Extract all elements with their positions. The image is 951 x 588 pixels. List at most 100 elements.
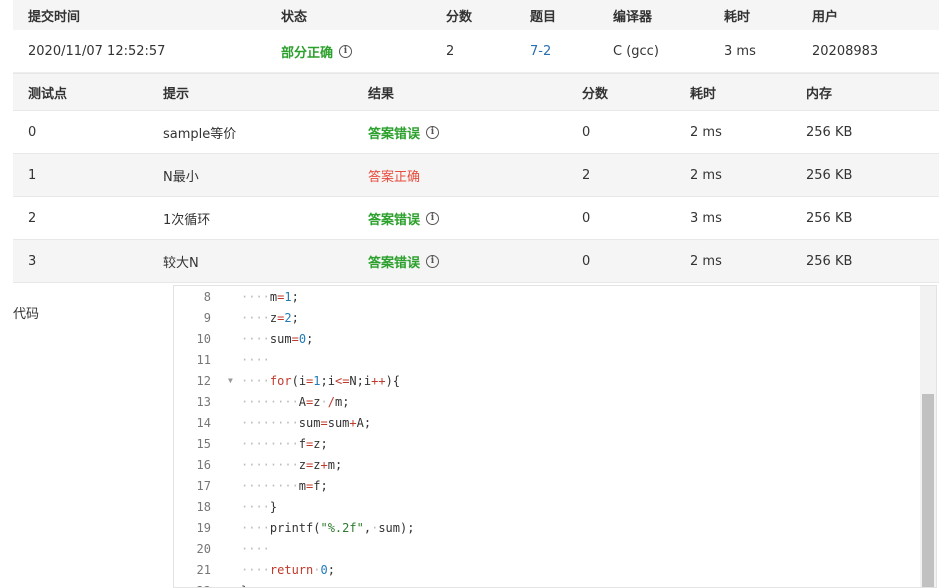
case-result[interactable]: 答案错误 i bbox=[368, 197, 440, 239]
submit-time: 2020/11/07 12:52:57 bbox=[28, 43, 166, 59]
case-score: 0 bbox=[582, 253, 591, 269]
code-text: ····z=2; bbox=[241, 310, 299, 325]
case-time: 3 ms bbox=[690, 210, 722, 226]
code-text: ····return·0; bbox=[241, 562, 335, 577]
code-text: ···· bbox=[241, 352, 270, 367]
case-hint: sample等价 bbox=[163, 126, 237, 142]
line-number: 12 bbox=[196, 373, 211, 388]
fold-arrow-icon[interactable]: ▼ bbox=[228, 376, 233, 385]
header-problem: 题目 bbox=[530, 9, 557, 25]
case-id: 3 bbox=[28, 253, 37, 269]
case-hint: 1次循环 bbox=[163, 212, 211, 228]
case-id: 0 bbox=[28, 124, 37, 140]
code-text: ········f=z; bbox=[241, 436, 328, 451]
case-time: 2 ms bbox=[690, 124, 722, 140]
line-number: 14 bbox=[196, 415, 211, 430]
case-id: 1 bbox=[28, 167, 37, 183]
code-line: 20 ···· bbox=[174, 538, 936, 559]
header-case-score: 分数 bbox=[582, 86, 609, 102]
code-line: 11 ···· bbox=[174, 349, 936, 370]
info-icon[interactable]: i bbox=[339, 44, 353, 58]
code-text: ····for(i=1;i<=N;i++){ bbox=[241, 373, 401, 388]
header-compiler: 编译器 bbox=[613, 9, 653, 25]
header-hint: 提示 bbox=[163, 86, 190, 102]
code-text: ····} bbox=[241, 499, 278, 514]
table-row: 3 较大N 答案错误 i 0 2 ms 256 KB bbox=[13, 240, 939, 283]
code-text: ····m=1; bbox=[241, 289, 299, 304]
info-icon[interactable]: i bbox=[426, 254, 440, 268]
submission-row: 2020/11/07 12:52:57 部分正确 i 2 7-2 C (gcc)… bbox=[13, 30, 939, 73]
line-number: 10 bbox=[196, 331, 211, 346]
scroll-thumb[interactable] bbox=[922, 394, 934, 587]
code-line: 16 ········z=z+m; bbox=[174, 454, 936, 475]
code-section-label: 代码 bbox=[13, 307, 40, 322]
header-user: 用户 bbox=[812, 9, 839, 25]
case-score: 0 bbox=[582, 124, 591, 140]
code-line: 8 ····m=1; bbox=[174, 286, 936, 307]
case-result: 答案正确 bbox=[368, 154, 420, 196]
case-time: 2 ms bbox=[690, 253, 722, 269]
line-number: 13 bbox=[196, 394, 211, 409]
code-text: } bbox=[241, 584, 248, 588]
result-label: 答案正确 bbox=[368, 169, 421, 185]
case-memory: 256 KB bbox=[806, 253, 853, 269]
line-number: 15 bbox=[196, 436, 211, 451]
code-text: ····printf("%.2f",·sum); bbox=[241, 520, 415, 535]
case-score: 2 bbox=[582, 167, 591, 183]
header-memory: 内存 bbox=[806, 86, 833, 102]
code-line: 19 ····printf("%.2f",·sum); bbox=[174, 517, 936, 538]
result-label: 答案错误 bbox=[368, 255, 421, 271]
editor-scrollbar[interactable] bbox=[920, 286, 936, 587]
problem-link[interactable]: 7-2 bbox=[530, 30, 551, 72]
code-line: 15 ········f=z; bbox=[174, 433, 936, 454]
case-result[interactable]: 答案错误 i bbox=[368, 240, 440, 282]
header-elapsed: 耗时 bbox=[724, 9, 751, 25]
table-row: 0 sample等价 答案错误 i 0 2 ms 256 KB bbox=[13, 111, 939, 154]
code-line: 22} bbox=[174, 580, 936, 588]
line-number: 19 bbox=[196, 520, 211, 535]
header-submit-time: 提交时间 bbox=[28, 9, 81, 25]
header-status: 状态 bbox=[281, 9, 308, 25]
case-memory: 256 KB bbox=[806, 167, 853, 183]
case-score: 0 bbox=[582, 210, 591, 226]
submission-score: 2 bbox=[446, 43, 455, 59]
case-memory: 256 KB bbox=[806, 210, 853, 226]
code-line: 18 ····} bbox=[174, 496, 936, 517]
status-label: 部分正确 bbox=[281, 45, 334, 61]
case-memory: 256 KB bbox=[806, 124, 853, 140]
case-hint: N最小 bbox=[163, 169, 199, 185]
code-text: ···· bbox=[241, 541, 270, 556]
case-table-header: 测试点 提示 结果 分数 耗时 内存 bbox=[13, 73, 939, 111]
line-number: 21 bbox=[196, 562, 211, 577]
line-number: 18 bbox=[196, 499, 211, 514]
case-id: 2 bbox=[28, 210, 37, 226]
info-icon[interactable]: i bbox=[426, 125, 440, 139]
line-number: 22 bbox=[174, 584, 211, 588]
compiler: C (gcc) bbox=[613, 43, 659, 59]
header-result: 结果 bbox=[368, 86, 395, 102]
code-line: 10 ····sum=0; bbox=[174, 328, 936, 349]
elapsed-time: 3 ms bbox=[724, 43, 756, 59]
code-line: 9 ····z=2; bbox=[174, 307, 936, 328]
table-row: 1 N最小 答案正确 2 2 ms 256 KB bbox=[13, 154, 939, 197]
code-line: 14 ········sum=sum+A; bbox=[174, 412, 936, 433]
code-editor[interactable]: 8 ····m=1; 9 ····z=2; 10 ····sum=0; 11 ···· 12 ▼ ·… bbox=[173, 285, 937, 588]
submission-status[interactable]: 部分正确 i bbox=[281, 30, 353, 72]
user-id: 20208983 bbox=[812, 43, 879, 59]
header-case-id: 测试点 bbox=[28, 86, 68, 102]
info-icon[interactable]: i bbox=[426, 211, 440, 225]
line-number: 8 bbox=[203, 289, 211, 304]
code-text: ········z=z+m; bbox=[241, 457, 343, 472]
table-row: 2 1次循环 答案错误 i 0 3 ms 256 KB bbox=[13, 197, 939, 240]
case-result[interactable]: 答案错误 i bbox=[368, 111, 440, 153]
line-number: 11 bbox=[196, 352, 211, 367]
header-score: 分数 bbox=[446, 9, 473, 25]
code-text: ········m=f; bbox=[241, 478, 328, 493]
code-line: 21 ····return·0; bbox=[174, 559, 936, 580]
code-text: ········sum=sum+A; bbox=[241, 415, 372, 430]
line-number: 9 bbox=[203, 310, 211, 325]
header-case-time: 耗时 bbox=[690, 86, 717, 102]
code-text: ········A=z·/m; bbox=[241, 394, 350, 409]
line-number: 16 bbox=[196, 457, 211, 472]
code-line: 12 ▼ ····for(i=1;i<=N;i++){ bbox=[174, 370, 936, 391]
